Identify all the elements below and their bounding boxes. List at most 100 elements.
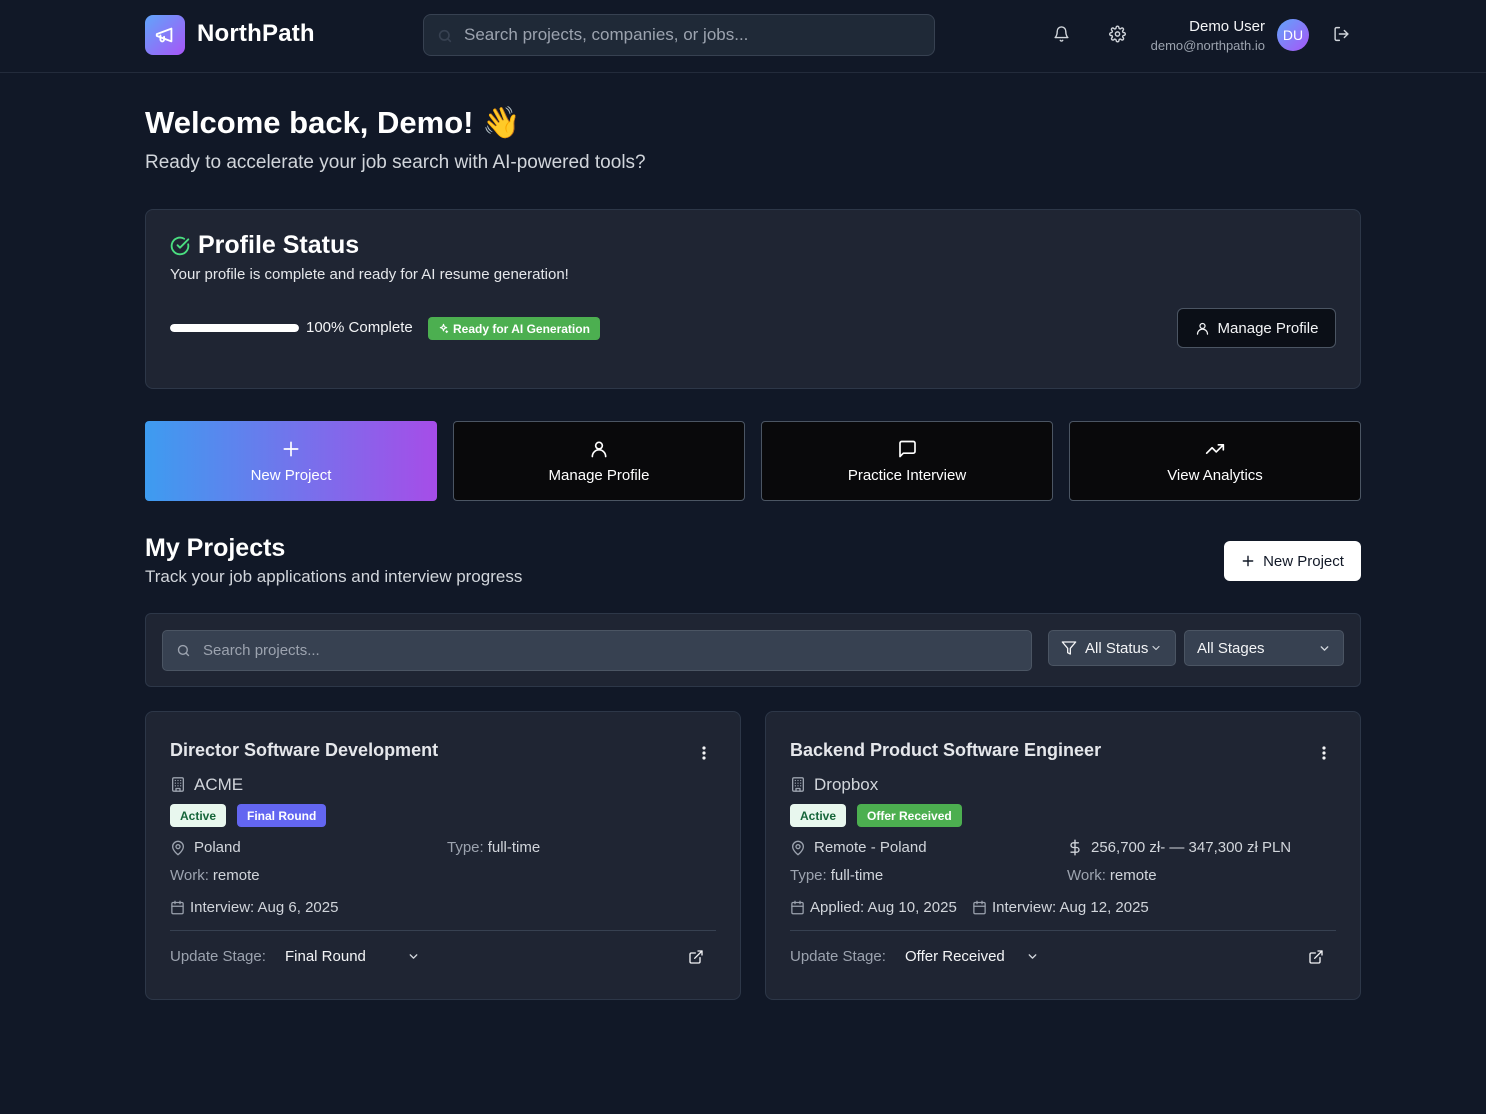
user-icon: [1196, 322, 1208, 335]
chevron-down-icon: [409, 954, 418, 959]
update-stage-select[interactable]: Offer Received: [905, 948, 1039, 965]
quick-action-label: View Analytics: [1167, 466, 1263, 484]
update-stage-value: Offer Received: [905, 948, 1005, 965]
project-card[interactable]: Backend Product Software Engineer Dropbo…: [765, 711, 1361, 1000]
work-value: remote: [1109, 867, 1157, 884]
more-vertical-icon[interactable]: [702, 746, 706, 760]
project-work: Work: remote: [170, 867, 260, 884]
project-type: Type: full-time: [790, 867, 883, 884]
interview-text: Interview: Aug 12, 2025: [992, 899, 1149, 916]
search-icon: [177, 644, 190, 657]
projects-filter-bar: All Status All Stages: [145, 613, 1361, 687]
update-stage-value: Final Round: [285, 948, 366, 965]
status-filter-value: All Status: [1085, 639, 1149, 657]
quick-action-practice-interview[interactable]: Practice Interview: [761, 421, 1053, 501]
external-link-icon[interactable]: [688, 949, 704, 965]
chevron-down-icon: [1152, 645, 1160, 651]
update-stage-select[interactable]: Final Round: [285, 948, 420, 965]
dollar-sign-icon: [1070, 839, 1080, 856]
update-stage-label: Update Stage:: [790, 948, 886, 965]
top-navbar: NorthPath Demo User demo@northpath.io DU: [0, 0, 1486, 73]
ready-badge: Ready for AI Generation: [428, 317, 600, 340]
ready-badge-label: Ready for AI Generation: [453, 321, 590, 336]
map-pin-icon: [172, 840, 184, 855]
card-divider: [170, 930, 716, 931]
project-card[interactable]: Director Software Development ACME Activ…: [145, 711, 741, 1000]
gear-icon[interactable]: [1109, 25, 1126, 43]
search-icon: [438, 29, 452, 43]
project-location: Remote - Poland: [790, 839, 927, 856]
quick-action-label: New Project: [250, 466, 332, 484]
logout-icon[interactable]: [1333, 25, 1350, 43]
project-interview-date: Interview: Aug 12, 2025: [972, 899, 1149, 916]
plus-icon: [1242, 555, 1254, 567]
stage-filter-value: All Stages: [1197, 639, 1265, 657]
more-vertical-icon[interactable]: [1322, 746, 1326, 760]
chevron-down-icon: [1028, 954, 1037, 959]
user-name: Demo User: [1189, 18, 1265, 35]
quick-action-manage-profile[interactable]: Manage Profile: [453, 421, 745, 501]
type-value: full-time: [830, 867, 884, 884]
status-badge: Active: [170, 804, 227, 827]
quick-action-label: Manage Profile: [548, 466, 650, 484]
project-type: Type: full-time: [447, 839, 540, 856]
calendar-icon: [171, 900, 184, 915]
work-label: Work:: [170, 867, 209, 884]
work-value: remote: [212, 867, 260, 884]
project-location: Poland: [170, 839, 241, 856]
external-link-icon[interactable]: [1308, 949, 1324, 965]
work-label: Work:: [1067, 867, 1106, 884]
project-company: ACME: [194, 775, 244, 794]
brand-name[interactable]: NorthPath: [197, 20, 315, 48]
welcome-title: Welcome back, Demo! 👋: [145, 105, 521, 140]
project-applied-date: Applied: Aug 10, 2025: [790, 899, 957, 916]
manage-profile-button[interactable]: Manage Profile: [1177, 308, 1336, 348]
trending-up-icon: [1205, 443, 1225, 454]
user-email: demo@northpath.io: [1150, 38, 1265, 53]
stage-filter-select[interactable]: All Stages: [1184, 630, 1344, 666]
type-label: Type:: [790, 867, 827, 884]
quick-action-new-project[interactable]: New Project: [145, 421, 437, 501]
map-pin-icon: [792, 840, 804, 855]
location-text: Poland: [194, 839, 241, 856]
profile-progress-bar: [170, 324, 299, 332]
new-project-button[interactable]: New Project: [1224, 541, 1361, 581]
global-search-input[interactable]: [464, 15, 924, 55]
status-filter-select[interactable]: All Status: [1048, 630, 1176, 666]
check-circle-icon: [170, 236, 190, 256]
megaphone-icon: [155, 27, 173, 43]
profile-progress-fill: [170, 324, 299, 332]
global-search[interactable]: [423, 14, 935, 56]
project-search-input[interactable]: [203, 631, 1023, 670]
plus-icon: [283, 441, 299, 456]
project-company: Dropbox: [814, 775, 879, 794]
salary-text: 256,700 zł- — 347,300 zł PLN: [1091, 839, 1292, 856]
building-icon: [792, 777, 804, 792]
welcome-subtitle: Ready to accelerate your job search with…: [145, 152, 646, 173]
quick-action-view-analytics[interactable]: View Analytics: [1069, 421, 1361, 501]
chevron-down-icon: [1320, 645, 1329, 651]
logo[interactable]: [145, 15, 185, 55]
message-square-icon: [898, 440, 916, 457]
filter-icon: [1061, 641, 1077, 655]
quick-action-label: Practice Interview: [847, 466, 967, 484]
type-value: full-time: [487, 839, 541, 856]
profile-status-description: Your profile is complete and ready for A…: [170, 266, 569, 283]
profile-progress-text: 100% Complete: [306, 319, 413, 336]
new-project-label: New Project: [1263, 552, 1344, 570]
location-text: Remote - Poland: [814, 839, 927, 856]
user-icon: [591, 441, 607, 457]
project-title[interactable]: Backend Product Software Engineer: [790, 740, 1101, 761]
project-title[interactable]: Director Software Development: [170, 740, 438, 761]
update-stage-label: Update Stage:: [170, 948, 266, 965]
stage-badge: Offer Received: [857, 804, 962, 827]
calendar-icon: [791, 900, 804, 915]
type-label: Type:: [447, 839, 484, 856]
avatar[interactable]: DU: [1277, 19, 1309, 51]
project-search[interactable]: [162, 630, 1032, 671]
project-salary: 256,700 zł- — 347,300 zł PLN: [1067, 839, 1291, 856]
calendar-icon: [973, 900, 986, 915]
status-badge: Active: [790, 804, 847, 827]
sparkles-icon: [439, 323, 449, 334]
bell-icon[interactable]: [1053, 25, 1070, 43]
